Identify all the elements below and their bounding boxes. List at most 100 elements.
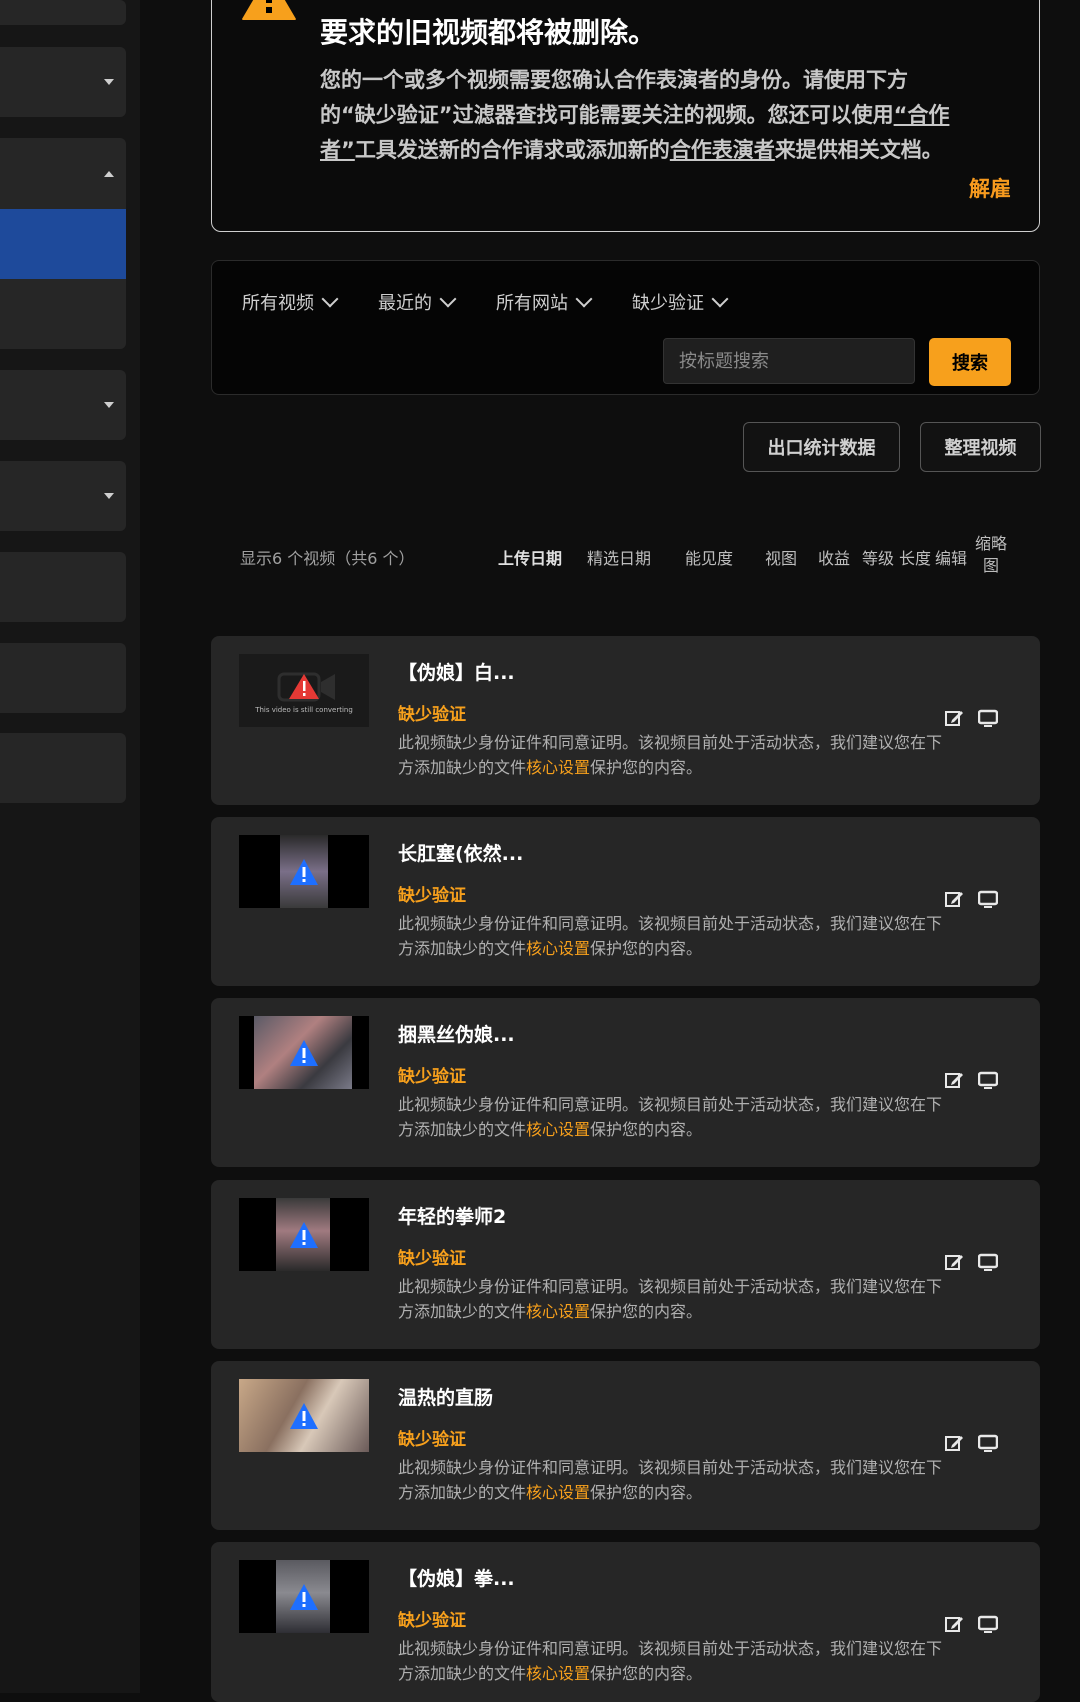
filter-label: 所有网站 [496,293,568,314]
filter-label: 缺少验证 [632,293,704,314]
sort-views[interactable]: 视图 [765,545,797,569]
desc-text: 保护您的内容。 [590,1483,703,1502]
caret-up-icon [104,170,114,177]
video-thumbnail[interactable] [239,835,369,908]
search-button[interactable]: 搜索 [929,338,1011,386]
core-settings-link[interactable]: 核心设置 [526,939,590,958]
video-title[interactable]: 【伪娘】白... [398,658,515,685]
warning-icon [290,1039,318,1066]
video-thumbnail[interactable] [239,1560,369,1633]
sidebar-item[interactable] [0,552,126,622]
warning-icon [290,1221,318,1248]
sidebar-item[interactable] [0,0,126,25]
monitor-icon[interactable] [978,1614,998,1634]
chevron-down-icon [439,290,457,308]
video-title[interactable]: 长肛塞(依然... [398,839,523,866]
sidebar [0,0,140,1693]
search-input[interactable] [663,338,915,384]
notice-title: 要求的旧视频都将被删除。 [320,16,657,49]
sidebar-subitem-active[interactable] [0,209,126,279]
warning-icon [290,1402,318,1429]
core-settings-link[interactable]: 核心设置 [526,1302,590,1321]
monitor-icon[interactable] [978,1433,998,1453]
video-row[interactable]: 【伪娘】拳... 缺少验证 此视频缺少身份证件和同意证明。该视频目前处于活动状态… [211,1542,1040,1702]
core-settings-link[interactable]: 核心设置 [526,758,590,777]
caret-down-icon [104,79,114,85]
notice-body: 您的一个或多个视频需要您确认合作表演者的身份。请使用下方的“缺少验证”过滤器查找… [320,63,960,168]
filter-all-sites[interactable]: 所有网站 [496,289,593,315]
warning-icon [290,1583,318,1610]
status-badge: 缺少验证 [398,886,466,906]
video-row[interactable]: 捆黑丝伪娘... 缺少验证 此视频缺少身份证件和同意证明。该视频目前处于活动状态… [211,998,1040,1167]
edit-icon[interactable] [944,889,964,909]
video-thumbnail[interactable]: This video is still converting [239,654,369,727]
chevron-down-icon [575,290,593,308]
edit-icon[interactable] [944,1070,964,1090]
edit-icon[interactable] [944,708,964,728]
video-description: 此视频缺少身份证件和同意证明。该视频目前处于活动状态，我们建议您在下方添加缺少的… [398,730,948,780]
filter-recent[interactable]: 最近的 [378,289,457,315]
video-title[interactable]: 【伪娘】拳... [398,1564,515,1591]
sort-upload-date[interactable]: 上传日期 [498,545,562,569]
video-title[interactable]: 年轻的拳师2 [398,1202,506,1229]
camera-icon [277,672,335,702]
chevron-down-icon [321,290,339,308]
video-row[interactable]: 年轻的拳师2 缺少验证 此视频缺少身份证件和同意证明。该视频目前处于活动状态，我… [211,1180,1040,1349]
filter-missing-verification[interactable]: 缺少验证 [632,289,729,315]
sidebar-item-expanded[interactable] [0,138,126,209]
notice-text: 您的一个或多个视频需要您确认合作表演者的身份。请使用下方的“缺少验证”过滤器查找… [320,68,908,127]
status-badge: 缺少验证 [398,1430,466,1450]
edit-icon[interactable] [944,1252,964,1272]
monitor-icon[interactable] [978,889,998,909]
edit-icon[interactable] [944,1433,964,1453]
desc-text: 保护您的内容。 [590,1664,703,1683]
sidebar-item[interactable] [0,643,126,713]
sidebar-subitem[interactable] [0,279,126,349]
sort-featured-date[interactable]: 精选日期 [587,545,651,569]
co-performer-link[interactable]: 合作表演者 [670,138,775,162]
video-title[interactable]: 温热的直肠 [398,1383,493,1410]
chevron-down-icon [711,290,729,308]
video-description: 此视频缺少身份证件和同意证明。该视频目前处于活动状态，我们建议您在下方添加缺少的… [398,911,948,961]
converting-text: This video is still converting [255,706,353,714]
sidebar-item[interactable] [0,461,126,531]
desc-text: 保护您的内容。 [590,939,703,958]
video-thumbnail[interactable] [239,1379,369,1452]
sort-revenue[interactable]: 收益 [818,545,850,569]
core-settings-link[interactable]: 核心设置 [526,1483,590,1502]
video-row[interactable]: 长肛塞(依然... 缺少验证 此视频缺少身份证件和同意证明。该视频目前处于活动状… [211,817,1040,986]
col-thumbnail: 缩略图 [974,534,1007,575]
video-description: 此视频缺少身份证件和同意证明。该视频目前处于活动状态，我们建议您在下方添加缺少的… [398,1455,948,1505]
sort-rating[interactable]: 等级 [862,545,894,569]
organize-videos-button[interactable]: 整理视频 [920,422,1041,472]
monitor-icon[interactable] [978,1070,998,1090]
sort-length[interactable]: 长度 [899,545,931,569]
export-stats-button[interactable]: 出口统计数据 [743,422,900,472]
core-settings-link[interactable]: 核心设置 [526,1664,590,1683]
edit-icon[interactable] [944,1614,964,1634]
sort-visibility[interactable]: 能见度 [685,545,733,569]
video-count: 显示6 个视频（共6 个） [240,549,415,568]
video-row[interactable]: 温热的直肠 缺少验证 此视频缺少身份证件和同意证明。该视频目前处于活动状态，我们… [211,1361,1040,1530]
monitor-icon[interactable] [978,708,998,728]
video-title[interactable]: 捆黑丝伪娘... [398,1020,515,1047]
notice-box: 要求的旧视频都将被删除。 您的一个或多个视频需要您确认合作表演者的身份。请使用下… [211,0,1040,232]
desc-text: 保护您的内容。 [590,758,703,777]
video-thumbnail[interactable] [239,1016,369,1089]
video-description: 此视频缺少身份证件和同意证明。该视频目前处于活动状态，我们建议您在下方添加缺少的… [398,1636,948,1686]
video-thumbnail[interactable] [239,1198,369,1271]
monitor-icon[interactable] [978,1252,998,1272]
filter-label: 最近的 [378,293,432,314]
video-row[interactable]: This video is still converting 【伪娘】白... … [211,636,1040,805]
dismiss-button[interactable]: 解雇 [969,173,1011,203]
status-badge: 缺少验证 [398,1067,466,1087]
filter-all-videos[interactable]: 所有视频 [242,289,339,315]
warning-icon [290,858,318,885]
sidebar-item[interactable] [0,47,126,117]
core-settings-link[interactable]: 核心设置 [526,1120,590,1139]
notice-text: 工具发送新的合作请求或添加新的 [354,138,670,162]
filter-bar: 所有视频 最近的 所有网站 缺少验证 搜索 [211,260,1040,395]
notice-text: 来提供相关文档。 [774,138,943,162]
sidebar-item[interactable] [0,370,126,440]
sidebar-item[interactable] [0,733,126,803]
